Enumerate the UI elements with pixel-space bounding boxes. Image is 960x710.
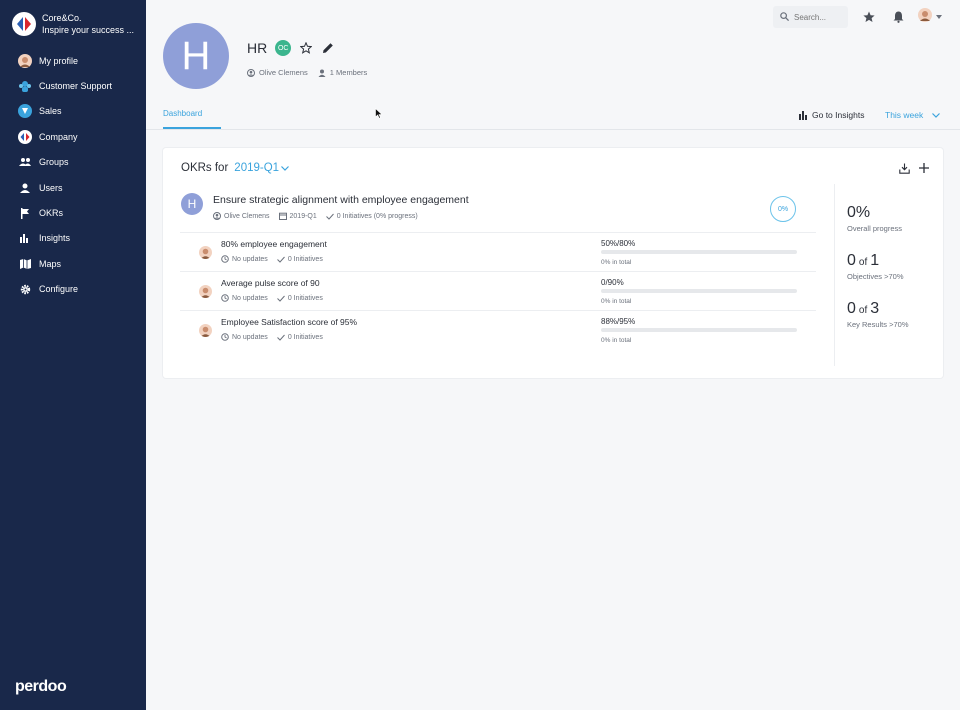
key-result-title[interactable]: 80% employee engagement [221, 239, 327, 249]
page-title: HR [247, 40, 268, 56]
key-results-stat-label: Key Results >70% [847, 320, 909, 329]
support-group-icon [18, 79, 32, 93]
search-icon [780, 8, 790, 26]
okr-heading: OKRs for [181, 162, 229, 174]
key-results-stat-value: 0 of 3 [847, 300, 880, 317]
key-result-title[interactable]: Employee Satisfaction score of 95% [221, 317, 357, 327]
tab-dashboard[interactable]: Dashboard [163, 109, 202, 118]
sidebar-item-configure[interactable]: Configure [0, 277, 146, 302]
company-logo-icon [18, 129, 32, 144]
key-result-row[interactable]: Employee Satisfaction score of 95% No up… [180, 310, 816, 349]
overall-progress-value: 0% [847, 204, 871, 221]
key-result-title[interactable]: Average pulse score of 90 [221, 278, 320, 288]
mouse-cursor-icon [375, 106, 383, 124]
sidebar-nav: My profile Customer Support Sales Compan… [0, 48, 146, 302]
key-result-total: 0% in total [601, 298, 632, 305]
key-result-ratio: 50%/80% [601, 239, 636, 248]
owner-icon [213, 212, 221, 220]
objective-progress-ring: 0% [770, 196, 796, 222]
add-icon[interactable] [917, 161, 931, 175]
key-result-row[interactable]: Average pulse score of 90 No updates 0 I… [180, 271, 816, 310]
check-icon [325, 213, 334, 220]
group-members[interactable]: 1 Members [330, 68, 368, 77]
search-box[interactable] [773, 6, 848, 28]
key-result-total: 0% in total [601, 337, 632, 344]
chevron-down-icon [281, 165, 289, 171]
updates-icon [221, 333, 229, 341]
sidebar-item-insights[interactable]: Insights [0, 226, 146, 251]
go-to-insights-button[interactable]: Go to Insights [799, 110, 864, 120]
user-avatar-icon [18, 53, 32, 68]
user-menu[interactable] [918, 7, 946, 27]
check-icon [276, 334, 285, 341]
map-icon [18, 257, 32, 271]
org-switcher[interactable]: Core&Co. Inspire your success ... [12, 12, 134, 36]
sales-group-icon [18, 104, 32, 119]
period-select[interactable]: This week [885, 110, 941, 120]
download-icon[interactable] [897, 161, 911, 175]
okr-stats-panel: 0% Overall progress 0 of 1 Objectives >70%… [834, 184, 943, 366]
edit-icon[interactable] [321, 41, 335, 55]
groups-icon [18, 155, 32, 169]
sidebar: Core&Co. Inspire your success ... My pro… [0, 0, 146, 710]
members-icon [318, 69, 326, 77]
updates-icon [221, 294, 229, 302]
chevron-down-icon [932, 112, 941, 118]
sidebar-item-maps[interactable]: Maps [0, 251, 146, 276]
tab-bar: Dashboard Go to Insights This week [146, 100, 960, 130]
key-result-ratio: 0/90% [601, 278, 624, 287]
sidebar-item-sales[interactable]: Sales [0, 99, 146, 124]
sidebar-item-my-profile[interactable]: My profile [0, 48, 146, 73]
owner-icon [247, 68, 255, 77]
group-avatar: H [163, 23, 229, 89]
key-result-row[interactable]: 80% employee engagement No updates 0 Ini… [180, 232, 816, 271]
org-name: Core&Co. [42, 13, 82, 23]
avatar [199, 324, 212, 337]
bar-chart-icon [799, 110, 808, 120]
objective-title[interactable]: Ensure strategic alignment with employee… [213, 194, 469, 206]
key-result-progress-bar [601, 289, 797, 293]
check-icon [276, 256, 285, 263]
avatar [918, 7, 932, 27]
key-result-total: 0% in total [601, 259, 632, 266]
sidebar-item-company[interactable]: Company [0, 124, 146, 149]
calendar-icon [278, 212, 287, 220]
gear-icon [18, 282, 32, 296]
key-result-ratio: 88%/95% [601, 317, 636, 326]
tab-active-indicator [163, 127, 221, 129]
overall-progress-label: Overall progress [847, 224, 903, 233]
quarter-select[interactable]: 2019-Q1 [234, 162, 289, 174]
updates-icon [221, 255, 229, 263]
okr-card: OKRs for 2019-Q1 H Ensure strategic alig… [163, 148, 943, 378]
group-owner[interactable]: Olive Clemens [259, 68, 308, 77]
org-logo-icon [12, 12, 36, 36]
org-tagline: Inspire your success ... [42, 25, 135, 35]
brand-logo[interactable]: perdoo [15, 678, 67, 696]
user-icon [18, 181, 32, 195]
key-result-progress-bar [601, 250, 797, 254]
chevron-down-icon [936, 15, 942, 19]
key-result-progress-bar [601, 328, 797, 332]
sidebar-item-groups[interactable]: Groups [0, 150, 146, 175]
owner-badge[interactable]: OC [275, 40, 292, 56]
avatar [199, 246, 212, 259]
objectives-stat-value: 0 of 1 [847, 252, 880, 269]
search-input[interactable] [794, 12, 844, 22]
star-outline-icon[interactable] [299, 41, 313, 55]
sidebar-item-customer-support[interactable]: Customer Support [0, 73, 146, 98]
avatar [199, 285, 212, 298]
sidebar-item-okrs[interactable]: OKRs [0, 200, 146, 225]
bar-chart-icon [18, 231, 32, 245]
check-icon [276, 295, 285, 302]
sidebar-item-users[interactable]: Users [0, 175, 146, 200]
group-meta: Olive Clemens 1 Members [247, 68, 367, 77]
objectives-stat-label: Objectives >70% [847, 272, 904, 281]
flag-icon [18, 206, 32, 220]
objective-meta: Olive Clemens 2019-Q1 0 Initiatives (0% … [213, 212, 418, 220]
star-icon[interactable] [862, 10, 876, 24]
bell-icon[interactable] [891, 10, 905, 24]
objective-avatar: H [181, 193, 203, 215]
